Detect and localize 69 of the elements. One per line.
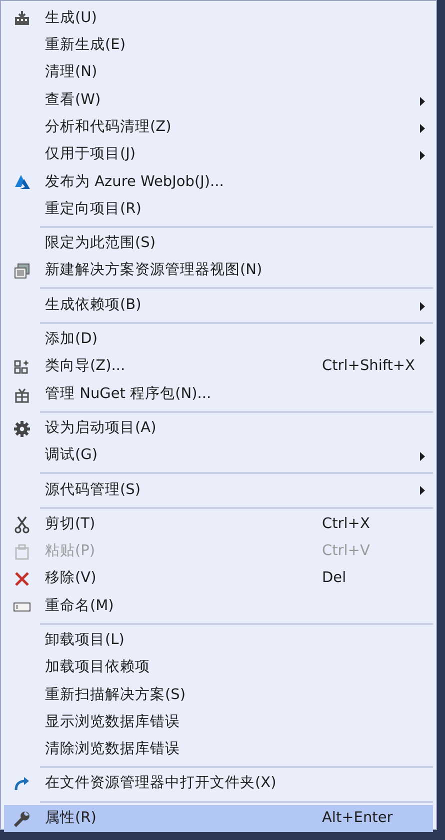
- menu-item[interactable]: 重命名(M): [4, 592, 433, 620]
- shortcut-label: Ctrl+V: [322, 542, 370, 562]
- menu-item[interactable]: 调试(G): [4, 442, 433, 470]
- menu-item[interactable]: 显示浏览数据库错误: [4, 709, 433, 736]
- menu-item-label: 限定为此范围(S): [45, 234, 156, 254]
- menu-item[interactable]: 类向导(Z)... Ctrl+Shift+X: [4, 354, 433, 381]
- menu-item[interactable]: 管理 NuGet 程序包(N)...: [4, 380, 433, 408]
- menu-item[interactable]: 发布为 Azure WebJob(J)...: [4, 168, 433, 196]
- menu-item-label: 剪切(T): [45, 514, 96, 534]
- menu-item[interactable]: 属性(R) Alt+Enter: [4, 805, 433, 832]
- menu-item[interactable]: 清除浏览数据库错误: [4, 736, 433, 764]
- menu-item-label: 卸载项目(L): [45, 631, 124, 650]
- menu-item-label: 粘贴(P): [45, 542, 96, 562]
- menu-item[interactable]: 设为启动项目(A): [4, 415, 433, 442]
- menu-item[interactable]: 移除(V) Del: [4, 566, 433, 593]
- menu-item[interactable]: 加载项目依赖项: [4, 654, 433, 682]
- menu-item-label: 加载项目依赖项: [45, 658, 150, 678]
- menu-item-label: 重新扫描解决方案(S): [45, 686, 186, 705]
- menu-item-label: 发布为 Azure WebJob(J)...: [45, 172, 224, 192]
- menu-item-label: 仅用于项目(J): [45, 145, 136, 164]
- menu-item-label: 类向导(Z)...: [45, 357, 126, 376]
- menu-item[interactable]: 重定向项目(R): [4, 196, 433, 224]
- wrench-icon: [13, 810, 31, 828]
- menu-item-label: 重新生成(E): [45, 36, 126, 56]
- menu-item[interactable]: 生成(U): [4, 5, 433, 32]
- windows-icon: [13, 262, 31, 280]
- menu-item[interactable]: 清理(N): [4, 60, 433, 87]
- menu-item-label: 重定向项目(R): [45, 200, 142, 219]
- menu-item[interactable]: 添加(D): [4, 326, 433, 354]
- gear-icon: [13, 420, 31, 438]
- menu-item-label: 生成依赖项(B): [45, 296, 142, 315]
- menu-item[interactable]: 重新扫描解决方案(S): [4, 682, 433, 710]
- menu-item[interactable]: 限定为此范围(S): [4, 230, 433, 258]
- menu-item-label: 添加(D): [45, 330, 98, 350]
- menu-item[interactable]: 卸载项目(L): [4, 627, 433, 655]
- menu-item[interactable]: 重新生成(E): [4, 32, 433, 60]
- close-icon: [13, 570, 31, 588]
- menu-item-label: 查看(W): [45, 90, 101, 110]
- menu-item-label: 在文件资源管理器中打开文件夹(X): [45, 774, 276, 794]
- scissors-icon: [13, 516, 31, 534]
- menu-item-label: 清除浏览数据库错误: [45, 740, 180, 760]
- menu-item-label: 移除(V): [45, 569, 96, 588]
- menu-item-label: 分析和代码清理(Z): [45, 118, 172, 137]
- menu-item[interactable]: 在文件资源管理器中打开文件夹(X): [4, 770, 433, 798]
- menu-item-label: 生成(U): [45, 8, 97, 28]
- menu-item[interactable]: 新建解决方案资源管理器视图(N): [4, 258, 433, 285]
- grid-icon: [13, 358, 31, 376]
- menu-item[interactable]: 仅用于项目(J): [4, 141, 433, 169]
- menu-item-label: 设为启动项目(A): [45, 418, 156, 438]
- menu-item-label: 管理 NuGet 程序包(N)...: [45, 384, 212, 404]
- menu-item-label: 属性(R): [45, 808, 96, 828]
- menu-item[interactable]: 生成依赖项(B): [4, 292, 433, 320]
- menu-item-label: 清理(N): [45, 63, 98, 82]
- menu-item-label: 源代码管理(S): [45, 480, 141, 500]
- menu-item-label: 新建解决方案资源管理器视图(N): [45, 260, 262, 280]
- menu-item[interactable]: 剪切(T) Ctrl+X: [4, 511, 433, 538]
- build-icon: [13, 10, 31, 28]
- menu-item[interactable]: 查看(W): [4, 86, 433, 114]
- menu-item-label: 重命名(M): [45, 596, 114, 616]
- menu-item-label: 显示浏览数据库错误: [45, 712, 180, 732]
- clipboard-icon: [13, 542, 31, 561]
- menu-item-label: 调试(G): [45, 446, 98, 466]
- menu-item[interactable]: 源代码管理(S): [4, 476, 433, 504]
- gift-icon: [13, 386, 31, 404]
- shortcut-label: Ctrl+X: [322, 514, 370, 534]
- shortcut-label: Ctrl+Shift+X: [322, 357, 415, 376]
- menu-item[interactable]: 分析和代码清理(Z): [4, 114, 433, 142]
- shortcut-label: Alt+Enter: [322, 808, 393, 828]
- shortcut-label: Del: [322, 569, 346, 588]
